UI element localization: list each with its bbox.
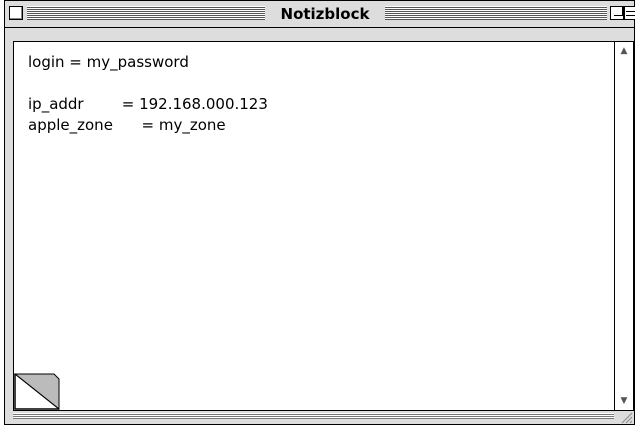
vertical-scrollbar[interactable]: ▲ ▼: [614, 41, 634, 411]
grow-box-icon[interactable]: [614, 411, 634, 424]
note-text[interactable]: login = my_password ip_addr = 192.168.00…: [28, 52, 268, 136]
title-bar-stripes-left: [27, 6, 265, 20]
text-line: [28, 73, 268, 94]
title-bar[interactable]: Notizblock: [5, 1, 635, 28]
window-title: Notizblock: [280, 5, 370, 23]
close-box-icon[interactable]: [9, 6, 23, 20]
page-curl-icon[interactable]: [14, 373, 60, 410]
title-bar-stripes-right: [385, 6, 607, 20]
bottom-bar-stripes: [13, 413, 614, 419]
text-line: ip_addr = 192.168.000.123: [28, 95, 268, 113]
note-text-area[interactable]: login = my_password ip_addr = 192.168.00…: [13, 41, 615, 411]
zoom-box-icon[interactable]: [610, 6, 624, 20]
up-arrow-icon[interactable]: ▲: [615, 42, 633, 60]
collapse-box-icon[interactable]: [624, 6, 635, 20]
text-line: apple_zone = my_zone: [28, 116, 226, 134]
down-arrow-icon[interactable]: ▼: [615, 392, 633, 410]
bottom-bar: [5, 411, 634, 424]
notizblock-window: Notizblock login = my_password ip_addr =…: [4, 0, 635, 425]
text-line: login = my_password: [28, 53, 189, 71]
